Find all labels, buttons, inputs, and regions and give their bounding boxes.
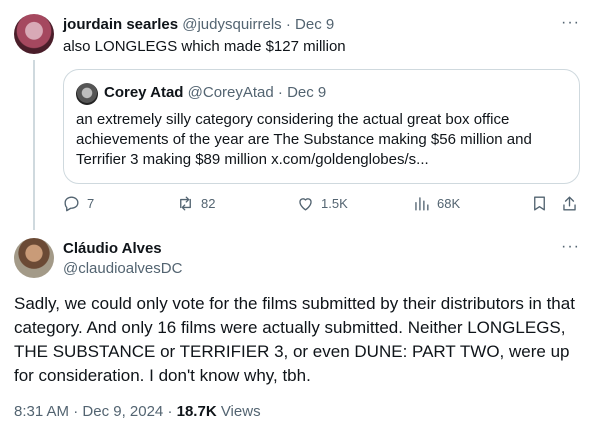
author-name[interactable]: jourdain searles bbox=[63, 16, 178, 33]
main-author-name-row: Cláudio Alves bbox=[63, 240, 162, 257]
action-bar: 7 82 1.5K 68K bbox=[60, 194, 585, 218]
reply-text: also LONGLEGS which made $127 million bbox=[63, 38, 346, 55]
quoted-author-handle: @CoreyAtad bbox=[187, 84, 274, 101]
thread-connector-line bbox=[33, 60, 35, 230]
repost-button[interactable]: 82 bbox=[176, 194, 215, 213]
reply-icon bbox=[64, 196, 79, 212]
post-time[interactable]: 8:31 AM bbox=[14, 403, 69, 420]
separator-dot: · bbox=[167, 403, 173, 420]
avatar[interactable] bbox=[14, 14, 54, 54]
like-button[interactable]: 1.5K bbox=[296, 194, 348, 213]
views-count: 68K bbox=[437, 196, 461, 211]
separator-dot: · bbox=[285, 16, 291, 33]
author-handle[interactable]: @judysquirrels bbox=[182, 16, 281, 33]
reply-count: 7 bbox=[87, 196, 95, 211]
like-count: 1.5K bbox=[321, 196, 348, 211]
avatar[interactable] bbox=[14, 238, 54, 278]
reply-button[interactable]: 7 bbox=[62, 194, 94, 213]
views-label: Views bbox=[220, 403, 261, 420]
main-author-name[interactable]: Cláudio Alves bbox=[63, 240, 162, 257]
heart-icon bbox=[299, 198, 312, 211]
main-post-text: Sadly, we could only vote for the films … bbox=[14, 294, 575, 385]
analytics-icon bbox=[415, 197, 429, 211]
more-options-icon[interactable]: ··· bbox=[561, 14, 580, 32]
repost-count: 82 bbox=[201, 196, 216, 211]
quoted-avatar bbox=[76, 83, 98, 105]
post-date[interactable]: Dec 9, 2024 bbox=[82, 403, 163, 420]
views-button[interactable]: 68K bbox=[412, 194, 460, 213]
repost-icon bbox=[180, 196, 191, 211]
more-options-icon[interactable]: ··· bbox=[561, 238, 580, 256]
quoted-date: Dec 9 bbox=[287, 84, 327, 101]
bookmark-icon bbox=[534, 196, 545, 211]
main-author-handle[interactable]: @claudioalvesDC bbox=[63, 260, 182, 277]
share-icon bbox=[563, 196, 576, 211]
post-date[interactable]: Dec 9 bbox=[295, 16, 334, 33]
share-button[interactable] bbox=[560, 194, 585, 213]
post-meta: 8:31 AM · Dec 9, 2024 · 18.7K Views bbox=[14, 403, 261, 420]
quoted-header: Corey Atad @CoreyAtad · Dec 9 bbox=[104, 84, 326, 101]
bookmark-button[interactable] bbox=[530, 194, 555, 213]
separator-dot: · bbox=[73, 403, 79, 420]
reply-header: jourdain searles @judysquirrels · Dec 9 bbox=[63, 16, 334, 33]
separator-dot: · bbox=[277, 84, 283, 101]
views-total: 18.7K bbox=[176, 403, 217, 420]
quoted-author-name: Corey Atad bbox=[104, 84, 184, 101]
quoted-text: an extremely silly category considering … bbox=[76, 111, 532, 168]
